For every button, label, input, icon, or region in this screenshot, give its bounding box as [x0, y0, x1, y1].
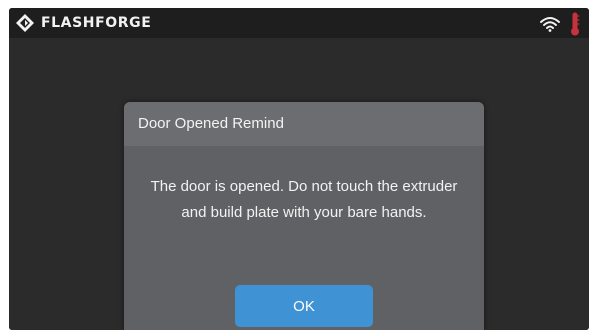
dialog-title: Door Opened Remind — [138, 115, 284, 132]
door-opened-dialog: Door Opened Remind The door is opened. D… — [124, 102, 484, 330]
brand-name: FLASHFORGE — [41, 15, 152, 31]
brand-logo: FLASHFORGE — [15, 13, 151, 33]
thermometer-icon[interactable] — [570, 12, 580, 36]
dialog-overlay: Door Opened Remind The door is opened. D… — [9, 38, 589, 330]
dialog-message: The door is opened. Do not touch the ext… — [150, 178, 458, 221]
ok-button[interactable]: OK — [235, 285, 373, 327]
dialog-header: Door Opened Remind — [124, 102, 484, 146]
wifi-icon[interactable] — [540, 16, 560, 32]
status-icons — [540, 12, 580, 36]
printer-screen: FLASHFORGE Door Opened Remind The door i… — [9, 8, 589, 330]
flashforge-logo-icon — [16, 14, 34, 32]
top-status-bar: FLASHFORGE — [9, 8, 589, 38]
